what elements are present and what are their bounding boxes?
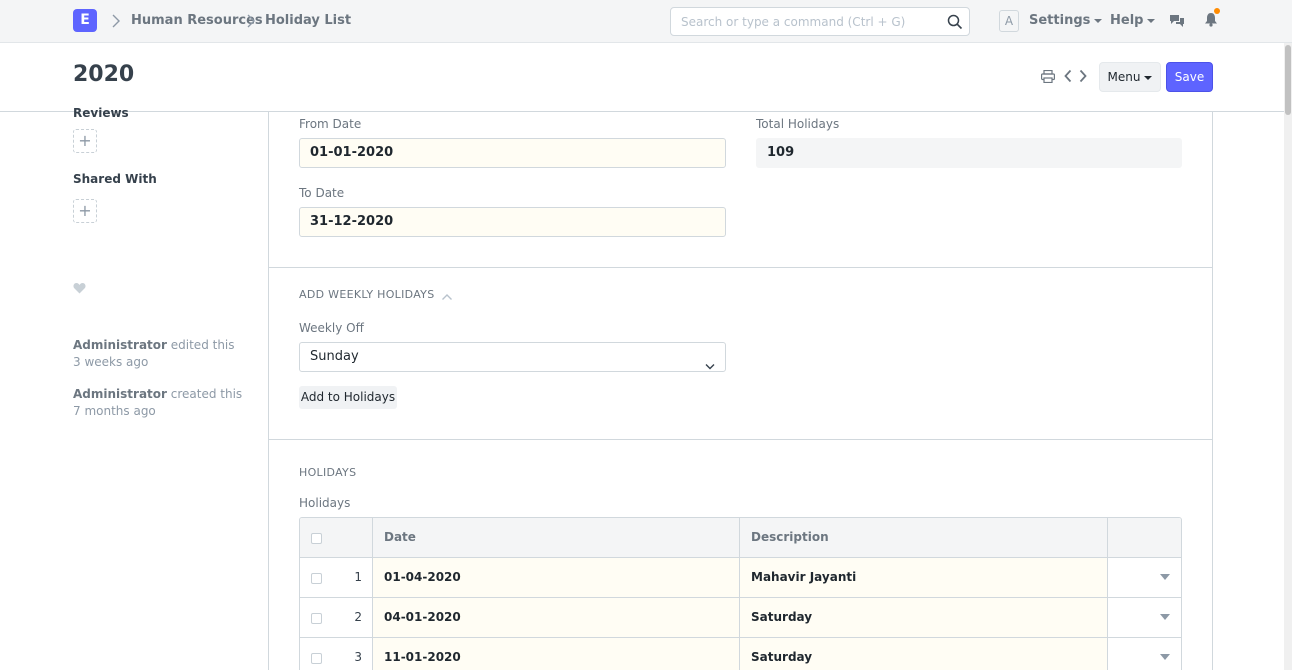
save-button[interactable]: Save [1166,62,1213,92]
search-icon[interactable] [947,14,963,30]
caret-down-icon [1094,18,1103,23]
row-edit-area [373,638,1108,670]
heart-icon[interactable] [73,282,86,294]
chevron-right-icon[interactable] [1078,69,1088,83]
scrollbar-thumb[interactable] [1285,45,1291,115]
chevron-up-icon[interactable] [441,290,453,300]
row-description[interactable]: Mahavir Jayanti [751,558,856,597]
shared-with-label: Shared With [73,172,157,186]
add-share-button[interactable]: + [73,199,97,223]
table-header: Date Description [300,518,1181,558]
holidays-section-title: HOLIDAYS [299,466,357,479]
help-dropdown[interactable]: Help [1110,13,1156,28]
row-date[interactable]: 11-01-2020 [384,638,461,670]
navbar: E Human Resources Holiday List Search or… [0,0,1292,43]
select-all-checkbox[interactable] [311,533,322,544]
caret-down-icon [1144,75,1153,80]
activity-user[interactable]: Administrator [73,387,167,401]
column-divider [1107,638,1108,670]
column-header-description: Description [751,530,829,544]
weekly-off-select[interactable]: Sunday [299,342,726,372]
table-row[interactable]: 2 04-01-2020 Saturday [300,598,1181,638]
caret-down-icon [1147,18,1156,23]
print-icon[interactable] [1041,69,1056,84]
settings-label: Settings [1029,13,1091,28]
column-divider [372,558,373,597]
column-divider [1107,558,1108,597]
weekly-off-label: Weekly Off [299,321,364,335]
column-divider [1107,598,1108,637]
breadcrumb-holiday-list[interactable]: Holiday List [265,13,351,28]
row-edit-area [373,598,1108,637]
chat-icon[interactable] [1169,13,1185,28]
search-input[interactable]: Search or type a command (Ctrl + G) [670,7,970,36]
weekly-holidays-section-title[interactable]: ADD WEEKLY HOLIDAYS [299,288,435,301]
weekly-off-value: Sunday [310,349,359,364]
scrollbar-track[interactable] [1284,43,1292,670]
row-checkbox[interactable] [311,653,322,664]
total-holidays-field: 109 [756,138,1182,168]
page-head: 2020 Menu Save [0,43,1292,112]
notification-dot [1214,8,1220,14]
row-description[interactable]: Saturday [751,638,812,670]
chevron-left-icon[interactable] [1063,69,1073,83]
section-divider [268,439,1213,440]
activity-action: created this [166,387,243,401]
chevron-right-icon [246,12,256,30]
row-date[interactable]: 01-04-2020 [384,558,461,597]
holidays-table: Date Description 1 01-04-2020 Mahavir Ja… [299,517,1182,670]
row-edit-area [373,558,1108,597]
caret-down-icon[interactable] [1160,614,1170,620]
column-divider [739,598,740,637]
caret-down-icon[interactable] [1160,574,1170,580]
from-date-label: From Date [299,117,362,131]
activity-action: edited this [166,338,235,352]
reviews-label: Reviews [73,106,129,120]
caret-down-icon[interactable] [1160,654,1170,660]
to-date-field[interactable]: 31-12-2020 [299,207,726,237]
activity-time: 7 months ago [73,404,156,418]
holidays-table-label: Holidays [299,496,351,510]
menu-label: Menu [1107,70,1141,84]
row-checkbox[interactable] [311,613,322,624]
add-review-button[interactable]: + [73,129,97,153]
row-date[interactable]: 04-01-2020 [384,598,461,637]
avatar[interactable]: A [999,10,1019,32]
from-date-field[interactable]: 01-01-2020 [299,138,726,168]
column-divider [739,558,740,597]
menu-button[interactable]: Menu [1099,62,1161,92]
app-logo[interactable]: E [73,9,97,32]
activity-time: 3 weeks ago [73,355,149,369]
activity-item: Administrator edited this 3 weeks ago [73,337,235,371]
table-row[interactable]: 1 01-04-2020 Mahavir Jayanti [300,558,1181,598]
row-description[interactable]: Saturday [751,598,812,637]
row-index: 1 [354,570,362,584]
chevron-right-icon [111,12,121,30]
activity-item: Administrator created this 7 months ago [73,386,242,420]
column-divider [372,638,373,670]
bell-icon[interactable] [1204,12,1218,27]
column-header-date: Date [384,530,416,544]
search-placeholder: Search or type a command (Ctrl + G) [681,15,906,29]
chevron-down-icon [705,353,715,370]
activity-user[interactable]: Administrator [73,338,167,352]
total-holidays-label: Total Holidays [756,117,840,131]
table-row[interactable]: 3 11-01-2020 Saturday [300,638,1181,670]
column-divider [739,638,740,670]
section-divider [268,267,1213,268]
settings-dropdown[interactable]: Settings [1029,13,1103,28]
breadcrumb-human-resources[interactable]: Human Resources [131,13,263,28]
to-date-label: To Date [299,186,345,200]
help-label: Help [1110,13,1144,28]
column-divider [1107,518,1108,557]
add-to-holidays-button[interactable]: Add to Holidays [299,386,397,409]
row-index: 3 [354,650,362,664]
row-checkbox[interactable] [311,573,322,584]
page-title: 2020 [73,62,135,87]
column-divider [372,598,373,637]
row-index: 2 [354,610,362,624]
